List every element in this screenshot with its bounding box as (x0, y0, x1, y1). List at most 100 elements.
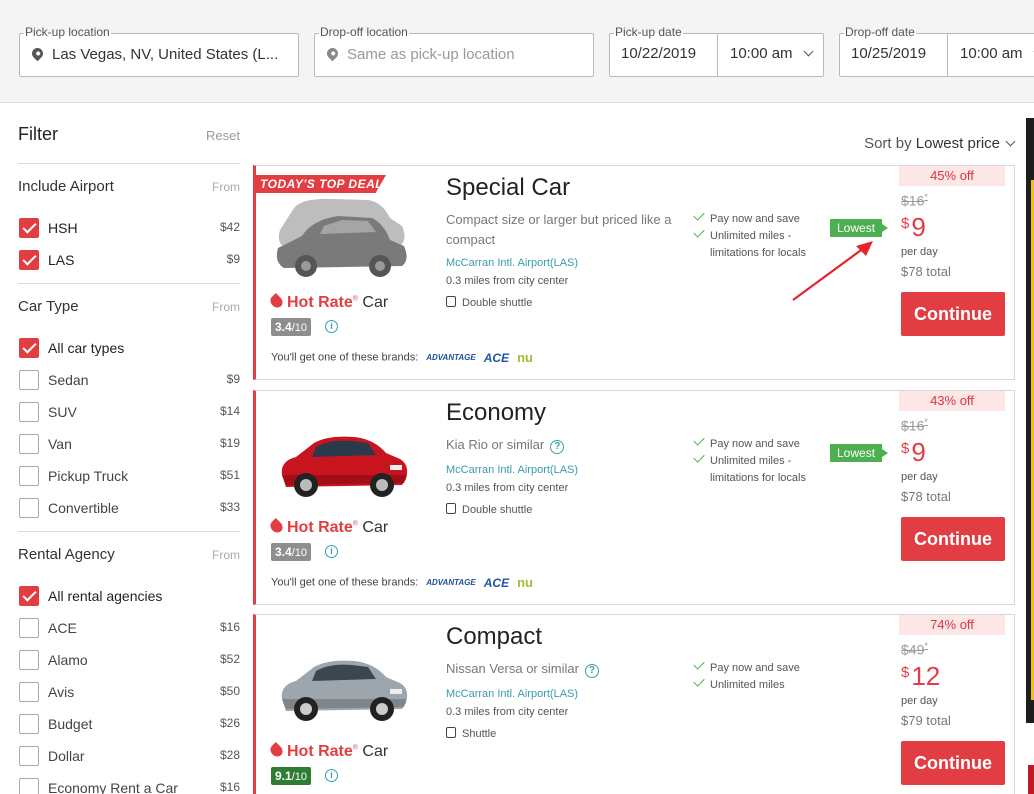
filter-option-label: LAS (48, 252, 75, 268)
side-panel-accent (1026, 180, 1034, 700)
shuttle-info: Shuttle (446, 726, 496, 740)
total-price: $78 total (901, 264, 951, 279)
checkbox[interactable] (19, 498, 39, 518)
checkbox[interactable] (19, 778, 39, 794)
original-price-mark: * (924, 192, 928, 202)
brands-text: You'll get one of these brands: (271, 351, 419, 364)
filter-option[interactable]: Convertible $33 (18, 496, 240, 520)
pickup-location-field[interactable]: Pick-up location Las Vegas, NV, United S… (19, 24, 299, 77)
filter-option[interactable]: LAS $9 (18, 248, 240, 272)
check-icon (693, 451, 705, 463)
car-class-title: Economy (446, 399, 547, 426)
original-price-value: $16 (901, 417, 925, 434)
pickup-time-select[interactable]: 10:00 am (718, 34, 813, 76)
checkbox[interactable] (19, 618, 39, 638)
filter-option[interactable]: Avis $50 (18, 680, 240, 704)
filter-option-price: $16 (219, 780, 240, 794)
filter-option[interactable]: ACE $16 (18, 616, 240, 640)
filter-option[interactable]: All rental agencies (18, 584, 240, 608)
daily-price: $9 (901, 212, 926, 243)
filter-option[interactable]: Alamo $52 (18, 648, 240, 672)
dropoff-time-select[interactable]: 10:00 am (948, 34, 1034, 76)
filter-option-price: $33 (219, 500, 240, 514)
car-result-card[interactable]: Hot Rate® Car 9.1/10 i Compact Nissan Versa … (253, 614, 1015, 794)
checkbox[interactable] (19, 586, 39, 606)
car-description-text: Nissan Versa or similar (446, 661, 579, 676)
sort-prefix: Sort by (864, 135, 912, 152)
pickup-location-value[interactable]: Las Vegas, NV, United States (L... (52, 34, 278, 76)
continue-button[interactable]: Continue (901, 292, 1005, 336)
dropoff-location-placeholder[interactable]: Same as pick-up location (347, 34, 515, 76)
checkbox[interactable] (19, 466, 39, 486)
perk-text: Unlimited miles - (710, 455, 792, 467)
perk-item: Pay now and save (693, 434, 800, 453)
filter-option-label: Sedan (48, 372, 89, 388)
perk-text: Pay now and save (710, 213, 800, 225)
checkbox[interactable] (19, 338, 39, 358)
filter-title: Filter (18, 124, 58, 144)
filter-option[interactable]: Economy Rent a Car $16 (18, 776, 240, 794)
checkbox[interactable] (19, 250, 39, 270)
dropoff-date-field[interactable]: Drop-off date 10/25/2019 10:00 am (839, 24, 1034, 77)
car-type-from-label: From (212, 300, 240, 314)
filter-option-label: HSH (48, 220, 78, 236)
filter-option[interactable]: Sedan $9 (18, 368, 240, 392)
checkbox[interactable] (19, 746, 39, 766)
sort-dropdown[interactable]: Sort by Lowest price (864, 135, 1016, 152)
ace-logo: ACE (483, 575, 510, 590)
rating-value: 9.1 (275, 769, 292, 783)
info-icon[interactable]: i (325, 769, 338, 782)
location-pin-icon (29, 45, 46, 62)
original-price-mark: * (924, 417, 928, 427)
checkbox[interactable] (19, 682, 39, 702)
car-description: Kia Rio or similar? (446, 435, 681, 455)
checkbox[interactable] (19, 402, 39, 422)
checkbox[interactable] (19, 218, 39, 238)
pickup-date-field[interactable]: Pick-up date 10/22/2019 10:00 am (609, 24, 824, 77)
car-class-title: Compact (446, 623, 543, 650)
hot-rate-label: Hot Rate® Car (268, 518, 388, 537)
filter-option[interactable]: SUV $14 (18, 400, 240, 424)
info-icon[interactable]: i (325, 320, 338, 333)
currency-symbol: $ (901, 664, 910, 681)
filter-option[interactable]: Pickup Truck $51 (18, 464, 240, 488)
filter-option-label: Avis (48, 684, 75, 700)
continue-button[interactable]: Continue (901, 741, 1005, 785)
filter-option[interactable]: All car types (18, 336, 240, 360)
car-result-card[interactable]: TODAY'S TOP DEAL Hot Rate® Car 3.4/10 i Spec… (253, 165, 1015, 380)
car-type-section-title: Car Type (18, 298, 79, 315)
check-icon (693, 434, 705, 446)
checkbox[interactable] (19, 370, 39, 390)
rating-max: /10 (291, 322, 307, 334)
per-day-label: per day (901, 695, 938, 707)
checkbox[interactable] (19, 434, 39, 454)
filter-option[interactable]: Dollar $28 (18, 744, 240, 768)
car-result-card[interactable]: Hot Rate® Car 3.4/10 i Economy Kia Rio or si… (253, 390, 1015, 605)
rating-badge: 3.4/10 (271, 318, 311, 336)
info-icon[interactable]: i (325, 545, 338, 558)
dropoff-date-input[interactable]: 10/25/2019 (840, 34, 948, 76)
pickup-date-input[interactable]: 10/22/2019 (610, 34, 718, 76)
distance-text: 0.3 miles from city center (446, 275, 569, 287)
pickup-location-link[interactable]: McCarran Intl. Airport(LAS) (446, 464, 578, 476)
pickup-location-link[interactable]: McCarran Intl. Airport(LAS) (446, 688, 578, 700)
shuttle-bus-icon (446, 503, 456, 514)
pickup-location-link[interactable]: McCarran Intl. Airport(LAS) (446, 257, 578, 269)
perk-item: Pay now and save (693, 209, 800, 228)
help-icon[interactable]: ? (550, 440, 565, 454)
airport-from-label: From (212, 180, 240, 194)
original-price-value: $49 (901, 641, 925, 658)
shuttle-bus-icon (446, 727, 456, 738)
ace-logo: ACE (483, 350, 510, 365)
dropoff-location-field[interactable]: Drop-off location Same as pick-up locati… (314, 24, 594, 77)
original-price: $16* (901, 192, 928, 209)
reset-link[interactable]: Reset (206, 128, 240, 143)
filter-option[interactable]: Van $19 (18, 432, 240, 456)
checkbox[interactable] (19, 650, 39, 670)
filter-option[interactable]: Budget $26 (18, 712, 240, 736)
checkbox[interactable] (19, 714, 39, 734)
filter-option[interactable]: HSH $42 (18, 216, 240, 240)
continue-button[interactable]: Continue (901, 517, 1005, 561)
flame-icon (268, 518, 285, 535)
help-icon[interactable]: ? (584, 664, 599, 678)
